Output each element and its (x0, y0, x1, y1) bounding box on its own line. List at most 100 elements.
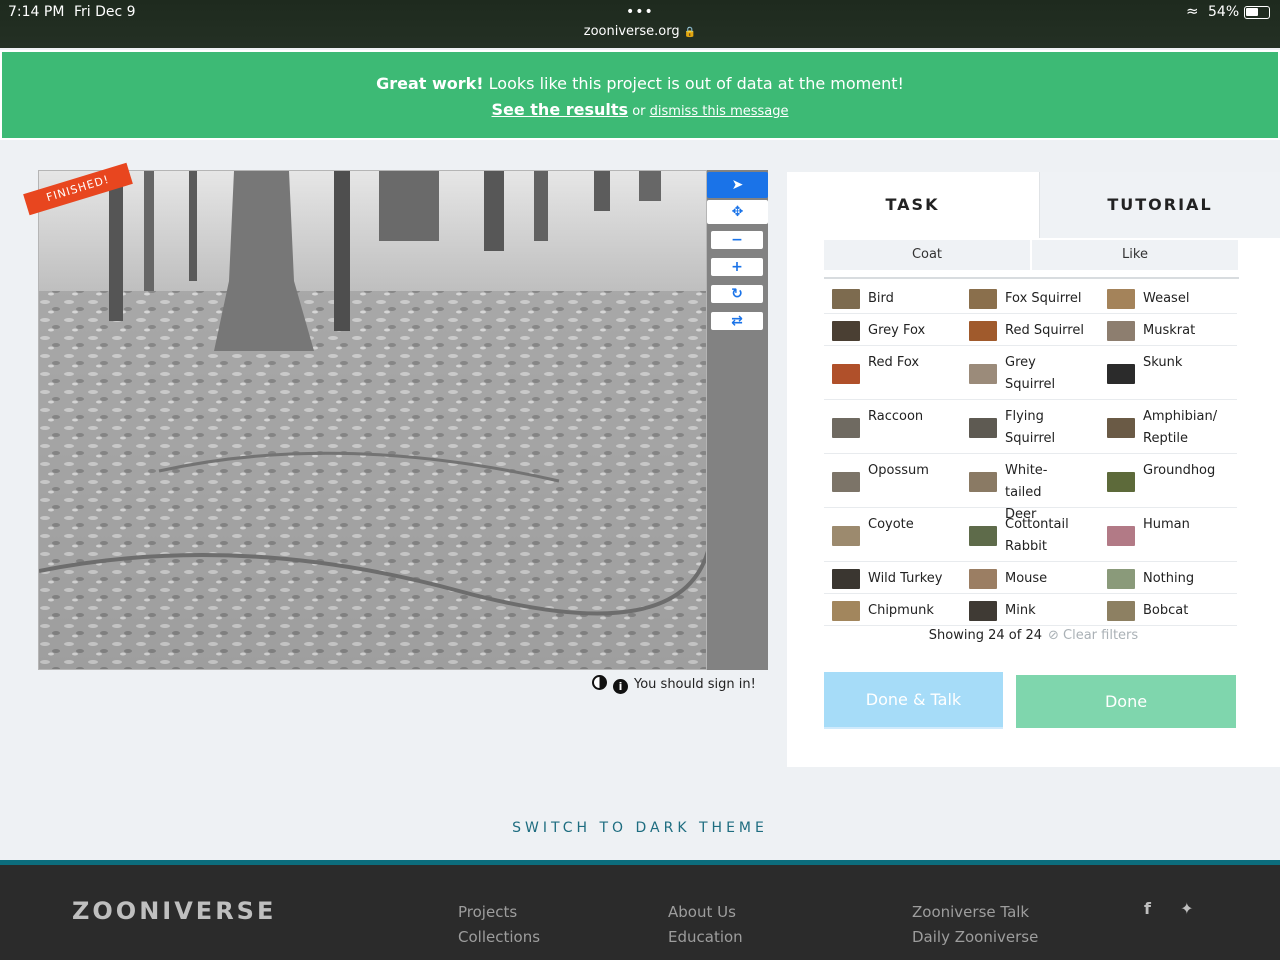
rotate-icon[interactable]: ↻ (711, 285, 763, 303)
species-option[interactable]: Wild Turkey (824, 562, 960, 592)
footer: ZOONIVERSE Projects Collections About Us… (0, 860, 1280, 960)
zooniverse-logo[interactable]: ZOONIVERSE (72, 897, 276, 925)
social-links: f ✦ (1144, 899, 1193, 918)
clear-filters-button[interactable]: ⊘ Clear filters (1048, 628, 1138, 643)
species-thumbnail (1107, 364, 1135, 384)
done-button[interactable]: Done (1016, 675, 1236, 728)
species-option[interactable]: Nothing (1099, 562, 1235, 592)
see-results-link[interactable]: See the results (491, 100, 628, 119)
footer-link-talk[interactable]: Zooniverse Talk (912, 903, 1029, 921)
species-thumbnail (969, 526, 997, 546)
footer-link-collections[interactable]: Collections (458, 928, 540, 946)
pointer-icon[interactable]: ➤ (707, 172, 768, 198)
tab-tutorial[interactable]: TUTORIAL (1039, 172, 1280, 238)
species-option[interactable]: Skunk (1099, 346, 1235, 398)
species-option[interactable]: Red Fox (824, 346, 960, 398)
footer-link-daily[interactable]: Daily Zooniverse (912, 928, 1038, 946)
status-date: Fri Dec 9 (74, 4, 136, 20)
species-label: Opossum (868, 463, 929, 478)
species-thumbnail (832, 289, 860, 309)
footer-link-education[interactable]: Education (668, 928, 743, 946)
species-label: Bobcat (1143, 603, 1189, 618)
viewer-toolbar: ➤ ✥ − + ↻ ⇄ (707, 170, 768, 670)
species-option[interactable]: Opossum (824, 454, 960, 506)
signin-text: You should sign in! (634, 677, 756, 692)
filter-like[interactable]: Like (1032, 240, 1238, 270)
species-option[interactable]: Fox Squirrel (961, 282, 1097, 312)
species-thumbnail (832, 526, 860, 546)
signin-row: i You should sign in! (592, 675, 756, 694)
species-thumbnail (832, 472, 860, 492)
address-bar[interactable]: zooniverse.org 🔒 (0, 24, 1280, 39)
species-thumbnail (1107, 472, 1135, 492)
species-label: Human (1143, 517, 1190, 532)
species-label: Skunk (1143, 355, 1183, 370)
facebook-icon[interactable]: f (1144, 899, 1151, 918)
showing-text: Showing 24 of 24 (928, 628, 1042, 643)
species-option[interactable]: Red Squirrel (961, 314, 1097, 344)
species-option[interactable]: Bird (824, 282, 960, 312)
species-option[interactable]: Cottontail Rabbit (961, 508, 1097, 560)
species-thumbnail (1107, 569, 1135, 589)
species-option[interactable]: Muskrat (1099, 314, 1235, 344)
species-option[interactable]: Grey Squirrel (961, 346, 1097, 398)
species-thumbnail (969, 569, 997, 589)
species-thumbnail (1107, 526, 1135, 546)
more-dots-icon[interactable]: ••• (626, 4, 654, 20)
tab-task[interactable]: TASK (787, 172, 1038, 238)
species-option[interactable]: Amphibian/ Reptile (1099, 400, 1235, 452)
subject-image[interactable] (38, 170, 707, 670)
species-option[interactable]: Mouse (961, 562, 1097, 592)
species-thumbnail (1107, 418, 1135, 438)
forest-photo (39, 171, 706, 669)
species-option[interactable]: White-tailed Deer (961, 454, 1097, 522)
species-label: Red Fox (868, 355, 920, 370)
done-talk-button[interactable]: Done & Talk (824, 672, 1003, 729)
footer-link-projects[interactable]: Projects (458, 903, 517, 921)
filter-divider (824, 277, 1239, 279)
status-time: 7:14 PM (8, 4, 65, 20)
out-of-data-banner: Great work! Looks like this project is o… (0, 50, 1280, 140)
species-thumbnail (832, 321, 860, 341)
species-thumbnail (832, 569, 860, 589)
banner-message: Looks like this project is out of data a… (483, 74, 904, 93)
status-bar: 7:14 PM Fri Dec 9 ••• zooniverse.org 🔒 ≈… (0, 0, 1280, 48)
contrast-icon[interactable] (592, 675, 607, 690)
species-thumbnail (1107, 601, 1135, 621)
species-thumbnail (969, 418, 997, 438)
species-option[interactable]: Human (1099, 508, 1235, 560)
species-option[interactable]: Coyote (824, 508, 960, 560)
lock-icon: 🔒 (683, 27, 697, 38)
switch-dark-theme-button[interactable]: SWITCH TO DARK THEME (0, 820, 1280, 836)
species-thumbnail (1107, 289, 1135, 309)
species-option[interactable]: Groundhog (1099, 454, 1235, 506)
footer-link-about[interactable]: About Us (668, 903, 736, 921)
row-divider (824, 625, 1237, 626)
species-option[interactable]: Mink (961, 594, 1097, 624)
species-option[interactable]: Raccoon (824, 400, 960, 452)
battery-percent: 54% (1208, 4, 1240, 20)
zoom-out-icon[interactable]: − (711, 231, 763, 249)
species-label: Muskrat (1143, 323, 1196, 338)
species-label: Grey Squirrel (1005, 355, 1056, 392)
species-option[interactable]: Flying Squirrel (961, 400, 1097, 452)
dismiss-link[interactable]: dismiss this message (650, 104, 789, 119)
species-thumbnail (969, 289, 997, 309)
move-icon[interactable]: ✥ (707, 200, 768, 224)
url-text: zooniverse.org (583, 24, 680, 39)
species-option[interactable]: Grey Fox (824, 314, 960, 344)
species-option[interactable]: Weasel (1099, 282, 1235, 312)
species-label: Coyote (868, 517, 914, 532)
filter-coat[interactable]: Coat (824, 240, 1030, 270)
species-label: Weasel (1143, 291, 1190, 306)
banner-or: or (628, 104, 650, 119)
species-label: Groundhog (1143, 463, 1216, 478)
info-icon[interactable]: i (613, 679, 628, 694)
species-thumbnail (969, 364, 997, 384)
zoom-in-icon[interactable]: + (711, 258, 763, 276)
species-option[interactable]: Bobcat (1099, 594, 1235, 624)
species-option[interactable]: Chipmunk (824, 594, 960, 624)
twitter-icon[interactable]: ✦ (1180, 899, 1193, 918)
reset-icon[interactable]: ⇄ (711, 312, 763, 330)
banner-bold: Great work! (376, 74, 484, 93)
